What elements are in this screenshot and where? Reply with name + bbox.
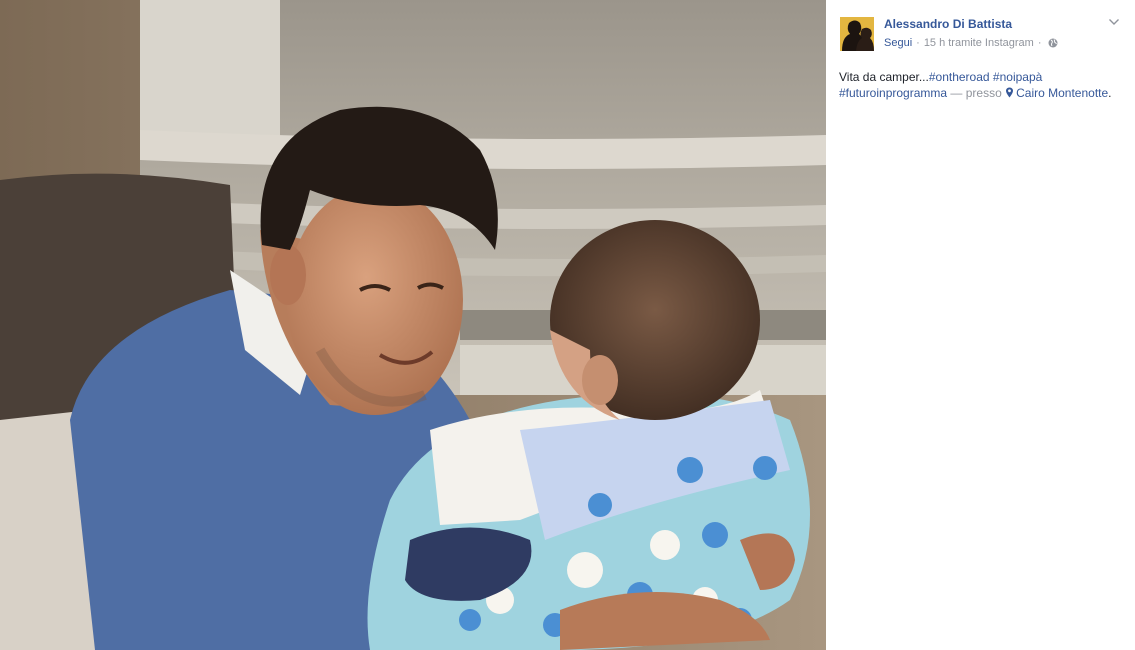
chevron-down-icon[interactable] xyxy=(1108,17,1120,27)
post-text-prefix: Vita da camper... xyxy=(839,70,929,84)
post-header: Alessandro Di Battista Segui · 15 h tram… xyxy=(838,15,1128,55)
hashtag-link[interactable]: #ontheroad xyxy=(929,70,990,84)
post-via: tramite Instagram xyxy=(948,37,1034,49)
author-name[interactable]: Alessandro Di Battista xyxy=(884,17,1012,31)
avatar[interactable] xyxy=(840,17,874,51)
hashtag-link[interactable]: #futuroinprogramma xyxy=(839,86,947,100)
location-prefix: — presso xyxy=(950,86,1002,100)
post-photo[interactable] xyxy=(0,0,826,650)
globe-icon[interactable] xyxy=(1048,38,1058,48)
post-timestamp[interactable]: 15 h xyxy=(924,37,945,49)
meta-separator: · xyxy=(1037,37,1042,49)
post-meta: Segui · 15 h tramite Instagram · xyxy=(884,37,1058,49)
location-name: Cairo Montenotte xyxy=(1016,86,1109,100)
hashtag-link[interactable]: #noipapà xyxy=(993,70,1042,84)
map-pin-icon xyxy=(1005,87,1014,98)
location-suffix: . xyxy=(1108,86,1112,100)
follow-button[interactable]: Segui xyxy=(884,37,912,49)
post-sidebar: Alessandro Di Battista Segui · 15 h tram… xyxy=(826,0,1135,650)
meta-separator: · xyxy=(916,37,920,49)
location-link[interactable]: Cairo Montenotte xyxy=(1005,86,1108,100)
post-message: Vita da camper...#ontheroad #noipapà #fu… xyxy=(839,69,1129,101)
